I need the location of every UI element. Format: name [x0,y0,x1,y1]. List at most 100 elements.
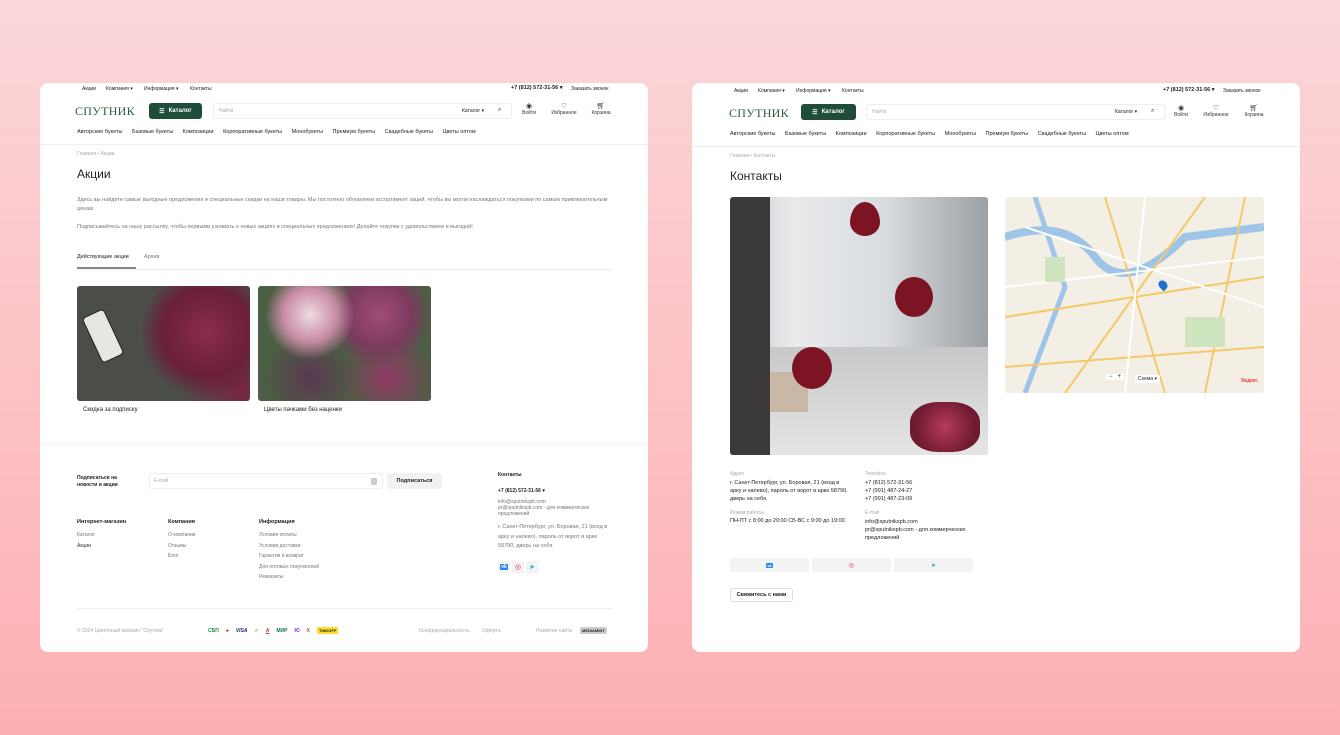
footer-link[interactable]: Условия оплаты [259,530,319,541]
breadcrumb-home[interactable]: Главная [77,151,96,157]
dev-logo[interactable]: MEDIAMINT [580,627,607,634]
footer-link[interactable]: Блог [168,551,196,562]
nav-item[interactable]: Базовые букеты [785,131,826,137]
nav-item[interactable]: Свадебные букеты [1038,131,1086,137]
dev-label: Развитие сайта [536,628,572,634]
check-pay-icon: ✓ [254,627,259,634]
favorites-button[interactable]: ♡ Избранное [1200,104,1232,118]
top-link-company[interactable]: Компания ▾ [758,88,785,94]
nav-item[interactable]: Композиции [183,129,214,135]
location-map[interactable]: − + Схема ▾ Яндекс [1005,197,1264,393]
search-scope-select[interactable]: Каталог ▾ [462,108,484,114]
search-icon[interactable]: ⌕ [1151,108,1154,115]
footer-link[interactable]: О компании [168,530,196,541]
tab-archive[interactable]: Архив [144,254,159,260]
favorites-button[interactable]: ♡ Избранное [548,102,580,116]
nav-item[interactable]: Корпоративные букеты [223,129,282,135]
nav-item[interactable]: Корпоративные букеты [876,131,935,137]
top-link-info[interactable]: Информация ▾ [796,88,831,94]
catalog-button[interactable]: ☰ Каталог [149,103,202,119]
promo-card-title[interactable]: Скидка за подписку [83,407,138,413]
telegram-icon[interactable]: ➤ [526,561,538,573]
top-link-promo[interactable]: Акции [82,86,96,92]
catalog-button[interactable]: ☰ Каталог [801,104,856,120]
nav-item[interactable]: Премиум букеты [333,129,376,135]
search-input[interactable]: Найти Каталог ▾ ⌕ [213,103,512,119]
callback-link[interactable]: Заказать звонок [1223,88,1260,94]
privacy-link[interactable]: Конфиденциальность [419,628,470,634]
logo[interactable]: СПУТНИК [729,106,789,121]
phone-link[interactable]: +7 (991) 487-23-09 [865,495,912,503]
footer-link[interactable]: Отзывы [168,541,196,552]
top-link-company[interactable]: Компания ▾ [106,86,133,92]
nav-item[interactable]: Монобукеты [945,131,976,137]
nav-item[interactable]: Композиции [836,131,867,137]
top-link-contacts[interactable]: Контакты [190,86,212,92]
telegram-button[interactable]: ➤ [894,558,973,572]
promo-card-title[interactable]: Цветы пачками без наценки [264,407,342,413]
heart-icon: ♡ [1212,105,1220,112]
footer-link[interactable]: Для оптовых покупателей [259,562,319,573]
tab-active-promos[interactable]: Действующие акции [77,254,129,260]
nav-item[interactable]: Премиум букеты [986,131,1029,137]
phone-link[interactable]: +7 (812) 572-31-56 [865,479,912,487]
footer-link[interactable]: Гарантия и возврат [259,551,319,562]
footer-link[interactable]: Акции [77,541,126,552]
search-input[interactable]: Найти Каталог ▾ ⌕ [866,104,1165,120]
vk-icon[interactable]: vk [498,561,510,573]
top-link-info[interactable]: Информация ▾ [144,86,179,92]
alfa-icon: А [265,627,270,634]
top-link-promo[interactable]: Акции [734,88,748,94]
nav-item[interactable]: Авторские букеты [730,131,775,137]
footer-phone[interactable]: +7 (812) 572-31-56 ▾ [498,488,545,494]
email-link[interactable]: info@sputnikspb.com [865,518,985,526]
phone-link[interactable]: +7 (991) 487-24-27 [865,487,912,495]
nav-item[interactable]: Цветы оптом [1095,131,1128,137]
footer-link[interactable]: Каталог [77,530,126,541]
header-phone[interactable]: +7 (812) 572-31-56 ▾ [1163,87,1215,93]
menu-icon: ☰ [159,108,165,115]
promo-card-image-bulk[interactable] [258,286,431,401]
nav-item[interactable]: Свадебные букеты [385,129,433,135]
cart-button[interactable]: 🛒︎ Корзина [589,102,613,116]
nav-item[interactable]: Авторские букеты [77,129,122,135]
breadcrumb-current: Контакты [753,153,776,159]
breadcrumb-home[interactable]: Главная [730,153,749,159]
map-layer-select[interactable]: Схема ▾ [1135,375,1160,383]
instagram-icon[interactable]: ◎ [512,561,524,573]
map-zoom-controls[interactable]: − + [1106,374,1125,380]
top-link-contacts[interactable]: Контакты [842,88,864,94]
instagram-button[interactable]: ◎ [812,558,891,572]
breadcrumb-current: Акции [100,151,115,157]
nav-item[interactable]: Цветы оптом [442,129,475,135]
footer-email-pr[interactable]: pr@sputnikspb.com - для коммерческих пре… [498,505,593,517]
vk-button[interactable]: vk [730,558,809,572]
logo[interactable]: СПУТНИК [75,104,135,119]
header-phone[interactable]: +7 (812) 572-31-56 ▾ [511,85,563,91]
hours-block: Режим работы ПН-ПТ с 8:00 до 20:00 СБ-ВС … [730,510,845,524]
search-scope-select[interactable]: Каталог ▾ [1115,109,1137,115]
promo-page-screenshot: Акции Компания ▾ Информация ▾ Контакты +… [40,83,648,652]
category-nav: Авторские букеты Базовые букеты Композиции… [77,129,476,135]
contact-us-button[interactable]: Свяжитесь с нами [730,588,793,602]
shop-photo [730,197,988,455]
x-pay-icon: X [306,627,310,634]
intro-paragraph: Здесь вы найдете самые выгодные предложе… [77,197,608,212]
footer-link[interactable]: Реквизиты [259,572,319,583]
login-button[interactable]: ◉ Войти [1171,104,1191,118]
subscribe-button[interactable]: Подписаться [387,473,442,489]
cart-icon: 🛒︎ [596,103,606,110]
mir-icon: МИР [276,627,288,634]
promo-card-image-subscription[interactable] [77,286,250,401]
user-icon: ◉ [525,103,533,110]
nav-item[interactable]: Монобукеты [292,129,323,135]
callback-link[interactable]: Заказать звонок [571,86,608,92]
email-input[interactable]: E-mail [149,473,383,489]
search-icon[interactable]: ⌕ [498,107,501,114]
nav-item[interactable]: Базовые букеты [132,129,173,135]
cart-button[interactable]: 🛒︎ Корзина [1242,104,1266,118]
offer-link[interactable]: Оферта [482,628,500,634]
login-button[interactable]: ◉ Войти [519,102,539,116]
footer-link[interactable]: Условия доставки [259,541,319,552]
email-link-pr[interactable]: pr@sputnikspb.com - для коммерческих пре… [865,526,985,542]
